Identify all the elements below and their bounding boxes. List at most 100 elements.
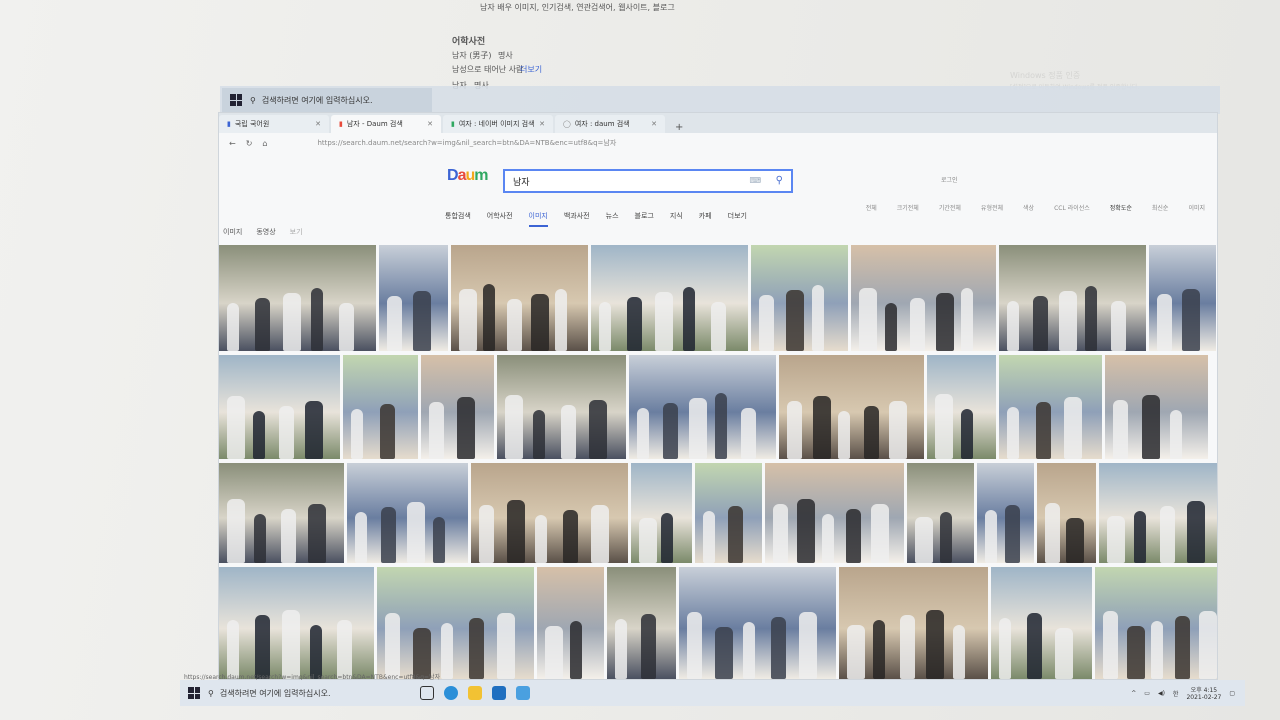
close-icon[interactable]: ✕ bbox=[651, 120, 657, 128]
search-icon[interactable]: ⚲ bbox=[776, 175, 783, 186]
taskbar-search[interactable]: 검색하려면 여기에 입력하십시오. bbox=[220, 688, 390, 699]
tab-4[interactable]: ◯ 여자 : daum 검색 ✕ bbox=[555, 115, 665, 133]
image-result-tile[interactable] bbox=[679, 567, 836, 679]
image-result-tile[interactable] bbox=[471, 463, 628, 563]
image-result-tile[interactable] bbox=[977, 463, 1034, 563]
image-result-tile[interactable] bbox=[631, 463, 692, 563]
nav-item-active[interactable]: 이미지 bbox=[528, 211, 548, 227]
daum-logo[interactable]: Daum bbox=[447, 167, 489, 185]
app-icon[interactable] bbox=[515, 686, 530, 700]
language-indicator[interactable]: 한 bbox=[1173, 689, 1179, 698]
nav-item[interactable]: 어학사전 bbox=[487, 211, 513, 227]
person-figure bbox=[1127, 625, 1145, 679]
filter-item[interactable]: 색상 bbox=[1023, 203, 1034, 212]
image-result-tile[interactable] bbox=[377, 567, 534, 679]
windows-start-icon[interactable] bbox=[188, 687, 200, 699]
search-input[interactable]: 남자 ⌨ ⚲ bbox=[503, 169, 793, 193]
person-figure bbox=[1157, 294, 1172, 351]
new-tab-button[interactable]: + bbox=[667, 122, 691, 133]
image-result-tile[interactable] bbox=[839, 567, 988, 679]
image-result-tile[interactable] bbox=[765, 463, 904, 563]
image-result-tile[interactable] bbox=[347, 463, 468, 563]
task-view-icon[interactable] bbox=[419, 686, 434, 700]
image-result-tile[interactable] bbox=[999, 245, 1146, 351]
person-figure bbox=[741, 408, 756, 459]
back-icon[interactable]: ← bbox=[229, 139, 236, 148]
image-result-tile[interactable] bbox=[851, 245, 996, 351]
image-result-tile[interactable] bbox=[1105, 355, 1208, 459]
nav-item[interactable]: 백과사전 bbox=[564, 211, 590, 227]
keyboard-icon[interactable]: ⌨ bbox=[749, 176, 761, 185]
image-result-tile[interactable] bbox=[927, 355, 996, 459]
filter-item[interactable]: 최신순 bbox=[1152, 203, 1169, 212]
taskbar-search-text[interactable]: 검색하려면 여기에 입력하십시오. bbox=[262, 95, 373, 106]
image-result-tile[interactable] bbox=[607, 567, 676, 679]
image-result-tile[interactable] bbox=[751, 245, 848, 351]
image-result-tile[interactable] bbox=[343, 355, 418, 459]
nav-item[interactable]: 더보기 bbox=[728, 211, 747, 227]
person-figure bbox=[381, 507, 396, 563]
home-icon[interactable]: ⌂ bbox=[262, 139, 267, 148]
image-result-tile[interactable] bbox=[219, 463, 344, 563]
tab-favicon-icon: ▮ bbox=[451, 120, 455, 128]
nav-item[interactable]: 통합검색 bbox=[445, 211, 471, 227]
image-result-tile[interactable] bbox=[219, 567, 374, 679]
subnav-item[interactable]: 보기 bbox=[290, 227, 303, 237]
filter-item[interactable]: 기간전체 bbox=[939, 203, 961, 212]
nav-item[interactable]: 블로그 bbox=[635, 211, 654, 227]
image-result-tile[interactable] bbox=[999, 355, 1102, 459]
tab-3[interactable]: ▮ 여자 : 네이버 이미지 검색 ✕ bbox=[443, 115, 553, 133]
close-icon[interactable]: ✕ bbox=[539, 120, 545, 128]
image-result-tile[interactable] bbox=[907, 463, 974, 563]
filter-item[interactable]: 정확도순 bbox=[1110, 203, 1132, 212]
file-explorer-icon[interactable] bbox=[467, 686, 482, 700]
url-field[interactable]: https://search.daum.net/search?w=img&nil… bbox=[317, 138, 616, 148]
subnav-item[interactable]: 이미지 bbox=[223, 227, 242, 237]
tab-1[interactable]: ▮ 국립 국어원 ✕ bbox=[219, 115, 329, 133]
image-result-tile[interactable] bbox=[695, 463, 762, 563]
tab-label: 여자 : daum 검색 bbox=[574, 120, 630, 128]
filter-item[interactable]: 전체 bbox=[866, 203, 877, 212]
image-result-tile[interactable] bbox=[219, 245, 376, 351]
tray-arrow-icon[interactable]: ^ bbox=[1131, 690, 1136, 697]
image-result-tile[interactable] bbox=[1099, 463, 1217, 563]
image-result-tile[interactable] bbox=[219, 355, 340, 459]
person-figure bbox=[505, 395, 523, 459]
close-icon[interactable]: ✕ bbox=[427, 120, 433, 128]
filter-item[interactable]: 크기전체 bbox=[897, 203, 919, 212]
nav-item[interactable]: 카페 bbox=[699, 211, 712, 227]
clock[interactable]: 오후 4:15 2021-02-27 bbox=[1186, 685, 1221, 701]
person-figure bbox=[812, 285, 825, 351]
image-result-tile[interactable] bbox=[591, 245, 748, 351]
network-icon[interactable]: ▭ bbox=[1144, 690, 1150, 697]
image-result-tile[interactable] bbox=[991, 567, 1092, 679]
filter-item[interactable]: 유형전체 bbox=[981, 203, 1003, 212]
ghost-taskbar-search: ⚲ 검색하려면 여기에 입력하십시오. bbox=[222, 88, 432, 112]
image-result-tile[interactable] bbox=[1037, 463, 1096, 563]
person-figure bbox=[771, 616, 786, 679]
tab-2[interactable]: ▮ 남자 - Daum 검색 ✕ bbox=[331, 115, 441, 133]
image-result-tile[interactable] bbox=[379, 245, 448, 351]
person-figure bbox=[497, 612, 515, 679]
image-result-tile[interactable] bbox=[421, 355, 494, 459]
mail-icon[interactable] bbox=[491, 686, 506, 700]
windows-start-icon[interactable] bbox=[230, 94, 242, 106]
image-result-tile[interactable] bbox=[1149, 245, 1216, 351]
nav-item[interactable]: 뉴스 bbox=[606, 211, 619, 227]
volume-icon[interactable]: ◀) bbox=[1158, 690, 1165, 697]
edge-icon[interactable] bbox=[443, 686, 458, 700]
image-result-tile[interactable] bbox=[1095, 567, 1217, 679]
nav-item[interactable]: 지식 bbox=[670, 211, 683, 227]
reload-icon[interactable]: ↻ bbox=[246, 139, 253, 148]
image-result-tile[interactable] bbox=[497, 355, 626, 459]
login-link[interactable]: 로그인 bbox=[941, 175, 958, 184]
filter-item[interactable]: 이미지 bbox=[1188, 203, 1205, 212]
image-result-tile[interactable] bbox=[451, 245, 588, 351]
image-result-tile[interactable] bbox=[629, 355, 776, 459]
close-icon[interactable]: ✕ bbox=[315, 120, 321, 128]
filter-item[interactable]: CCL 라이선스 bbox=[1054, 203, 1090, 212]
image-result-tile[interactable] bbox=[537, 567, 604, 679]
notification-icon[interactable]: ▢ bbox=[1229, 690, 1235, 697]
subnav-item[interactable]: 동영상 bbox=[256, 227, 275, 237]
image-result-tile[interactable] bbox=[779, 355, 924, 459]
